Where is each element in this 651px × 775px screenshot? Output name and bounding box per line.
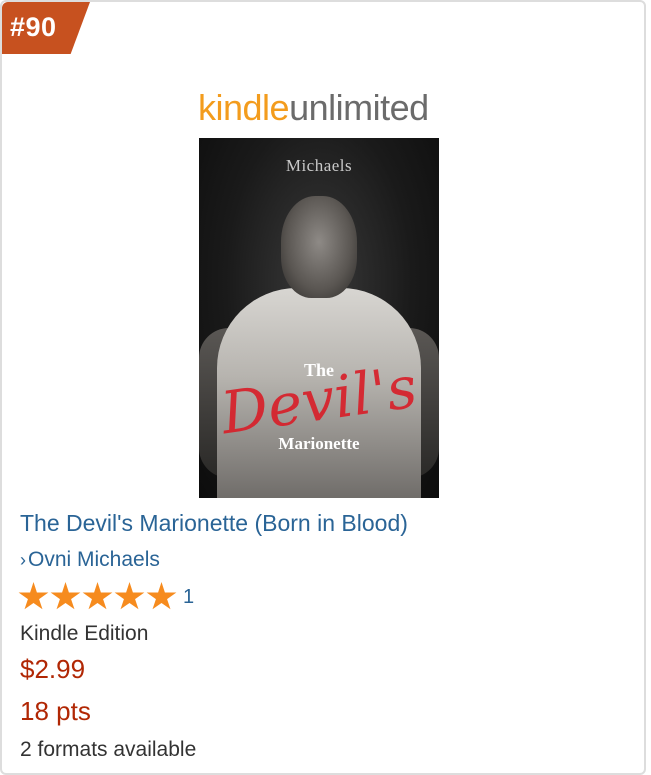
price: $2.99 [20, 654, 86, 684]
points: 18 pts [20, 696, 91, 726]
cover-title-marionette: Marionette [278, 434, 360, 453]
kindle-unlimited-logo-unlimited: unlimited [289, 87, 429, 128]
star-icon [146, 582, 177, 610]
product-title-link[interactable]: The Devil's Marionette (Born in Blood) [20, 510, 408, 537]
rating-count-link[interactable]: 1 [183, 586, 194, 609]
kindle-unlimited-logo-kindle: kindle [198, 87, 290, 128]
formats-available-link[interactable]: 2 formats available [20, 738, 196, 762]
star-icon [18, 582, 49, 610]
star-icon [50, 582, 81, 610]
rank-number: #90 [10, 12, 57, 42]
star-rating[interactable]: 1 [18, 582, 194, 612]
kindle-unlimited-logo: kindleunlimited [198, 90, 429, 126]
product-card: #90 kindleunlimited Michaels The Devil's… [0, 0, 646, 775]
cover-author-text: Michaels [285, 156, 353, 175]
author-link[interactable]: ›Ovni Michaels [20, 548, 160, 572]
star-icon [82, 582, 113, 610]
star-icon [114, 582, 145, 610]
cover-figure-head [281, 196, 357, 298]
book-cover-image[interactable]: Michaels The Devil's Marionette [199, 138, 439, 498]
rank-badge: #90 [2, 2, 90, 54]
format-label: Kindle Edition [20, 622, 149, 645]
author-name: Ovni Michaels [28, 548, 160, 571]
chevron-right-icon: › [20, 550, 26, 570]
